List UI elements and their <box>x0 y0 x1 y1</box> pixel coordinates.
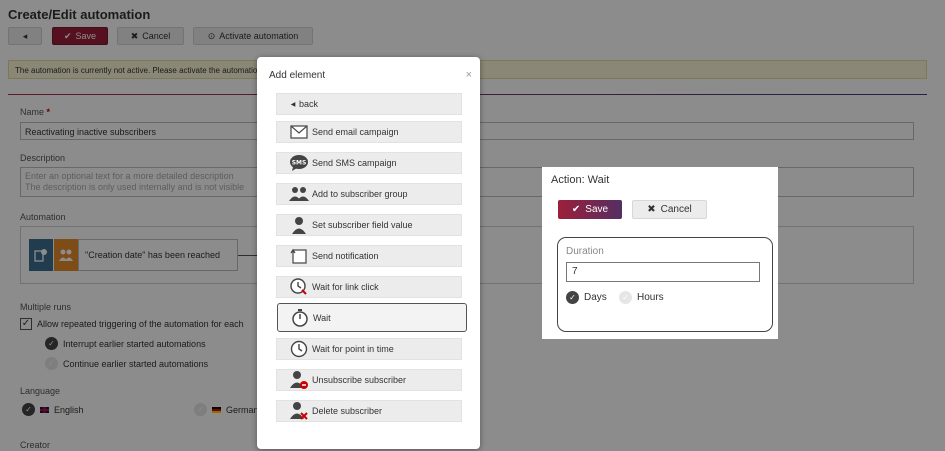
stopwatch-icon <box>290 308 310 328</box>
close-icon[interactable]: × <box>466 69 472 81</box>
notification-icon <box>289 246 309 266</box>
element-add-to-subscriber-group[interactable]: Add to subscriber group <box>276 183 462 205</box>
element-label: Delete subscriber <box>312 406 383 416</box>
element-label: Wait for link click <box>312 282 379 292</box>
element-label: Send email campaign <box>312 127 399 137</box>
element-wait[interactable]: Wait <box>277 303 467 332</box>
add-element-dialog: Add element × ◀ back Send email campaign… <box>257 57 480 449</box>
wait-save-button[interactable]: ✔ Save <box>558 200 622 219</box>
dialog-title: Add element <box>269 70 326 81</box>
hours-label: Hours <box>637 292 664 303</box>
unit-hours-radio[interactable]: ✓ Hours <box>619 291 664 304</box>
element-wait-for-link-click[interactable]: Wait for link click <box>276 276 462 298</box>
element-label: Wait <box>313 312 331 323</box>
close-icon: ✖ <box>647 204 656 215</box>
link-click-clock-icon <box>289 277 309 297</box>
back-icon: ◀ <box>290 101 296 108</box>
element-label: Unsubscribe subscriber <box>312 375 407 385</box>
wait-action-panel: Action: Wait ✔ Save ✖ Cancel Duration 7 … <box>542 167 778 339</box>
unit-days-radio[interactable]: ✓ Days <box>566 291 607 304</box>
sms-icon: SMS <box>289 153 309 173</box>
group-icon <box>289 184 309 204</box>
days-label: Days <box>584 292 607 303</box>
element-delete-subscriber[interactable]: Delete subscriber <box>276 400 462 422</box>
element-label: Wait for point in time <box>312 344 394 354</box>
duration-input[interactable]: 7 <box>566 262 760 282</box>
element-label: Set subscriber field value <box>312 220 413 230</box>
duration-group: Duration 7 ✓ Days ✓ Hours <box>557 237 773 332</box>
element-send-email-campaign[interactable]: Send email campaign <box>276 121 462 143</box>
element-set-subscriber-field-value[interactable]: Set subscriber field value <box>276 214 462 236</box>
clock-icon <box>289 339 309 359</box>
save-label: Save <box>585 204 609 215</box>
element-label: back <box>299 99 319 109</box>
check-icon: ✔ <box>571 204 581 215</box>
element-back[interactable]: ◀ back <box>276 93 462 115</box>
radio-unchecked-icon: ✓ <box>619 291 632 304</box>
element-label: Send notification <box>312 251 379 261</box>
element-label: Add to subscriber group <box>312 189 408 199</box>
svg-text:SMS: SMS <box>292 160 307 167</box>
wait-cancel-button[interactable]: ✖ Cancel <box>632 200 707 219</box>
panel-title: Action: Wait <box>551 174 610 186</box>
radio-checked-icon: ✓ <box>566 291 579 304</box>
user-unsubscribe-icon <box>289 370 309 390</box>
element-label: Send SMS campaign <box>312 158 397 168</box>
user-delete-icon <box>289 401 309 421</box>
cancel-label: Cancel <box>660 204 692 215</box>
element-send-sms-campaign[interactable]: SMS Send SMS campaign <box>276 152 462 174</box>
user-icon <box>289 215 309 235</box>
element-send-notification[interactable]: Send notification <box>276 245 462 267</box>
email-icon <box>289 122 309 142</box>
element-unsubscribe-subscriber[interactable]: Unsubscribe subscriber <box>276 369 462 391</box>
element-wait-for-point-in-time[interactable]: Wait for point in time <box>276 338 462 360</box>
duration-label: Duration <box>566 246 604 257</box>
